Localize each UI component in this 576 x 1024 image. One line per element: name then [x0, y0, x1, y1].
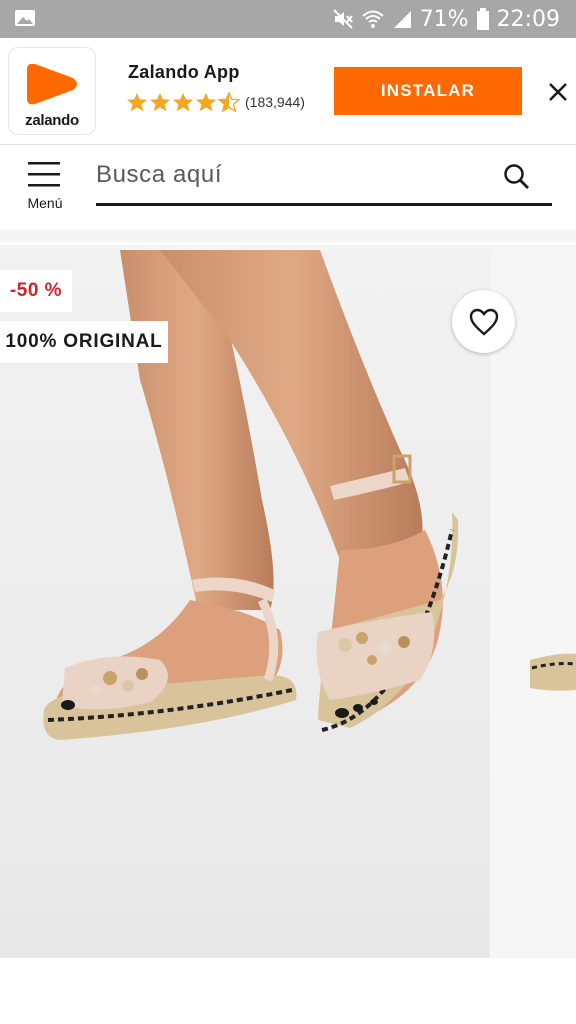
- heart-icon: [469, 308, 498, 336]
- signal-icon: [393, 11, 411, 28]
- wifi-icon: [362, 10, 384, 28]
- clock: 22:09: [496, 6, 560, 32]
- discount-badge: -50 %: [0, 270, 72, 312]
- battery-percent: 71%: [419, 6, 469, 32]
- half-star-icon: [218, 92, 240, 112]
- close-icon[interactable]: [546, 80, 570, 104]
- divider: [0, 230, 576, 250]
- original-badge: 100% ORIGINAL: [0, 321, 168, 363]
- star-icon: [150, 92, 170, 112]
- wishlist-button[interactable]: [452, 290, 515, 353]
- search-icon[interactable]: [503, 163, 531, 191]
- site-header: Menú: [0, 144, 576, 230]
- status-bar: 71% 22:09: [0, 0, 576, 38]
- star-icon: [127, 92, 147, 112]
- hamburger-icon: [28, 162, 60, 187]
- app-install-banner: zalando Zalando App (183,944) INSTALAR: [0, 38, 576, 144]
- battery-icon: [476, 8, 489, 30]
- install-button[interactable]: INSTALAR: [334, 67, 522, 115]
- mute-icon: [332, 9, 353, 29]
- product-image[interactable]: -50 % 100% ORIGINAL: [0, 250, 576, 958]
- product-info: [0, 958, 576, 1024]
- logo-wordmark: zalando: [25, 112, 79, 129]
- search-input[interactable]: [96, 153, 496, 197]
- star-icon: [173, 92, 193, 112]
- rating-stars: [126, 92, 240, 112]
- menu-button[interactable]: Menú: [20, 159, 70, 215]
- menu-label: Menú: [27, 195, 63, 211]
- star-icon: [196, 92, 216, 112]
- zalando-play-icon: [27, 64, 77, 105]
- gallery-icon: [15, 10, 35, 26]
- app-name: Zalando App: [128, 62, 240, 82]
- search-underline: [96, 203, 552, 206]
- zalando-logo: zalando: [8, 47, 96, 135]
- rating-count: (183,944): [245, 94, 305, 110]
